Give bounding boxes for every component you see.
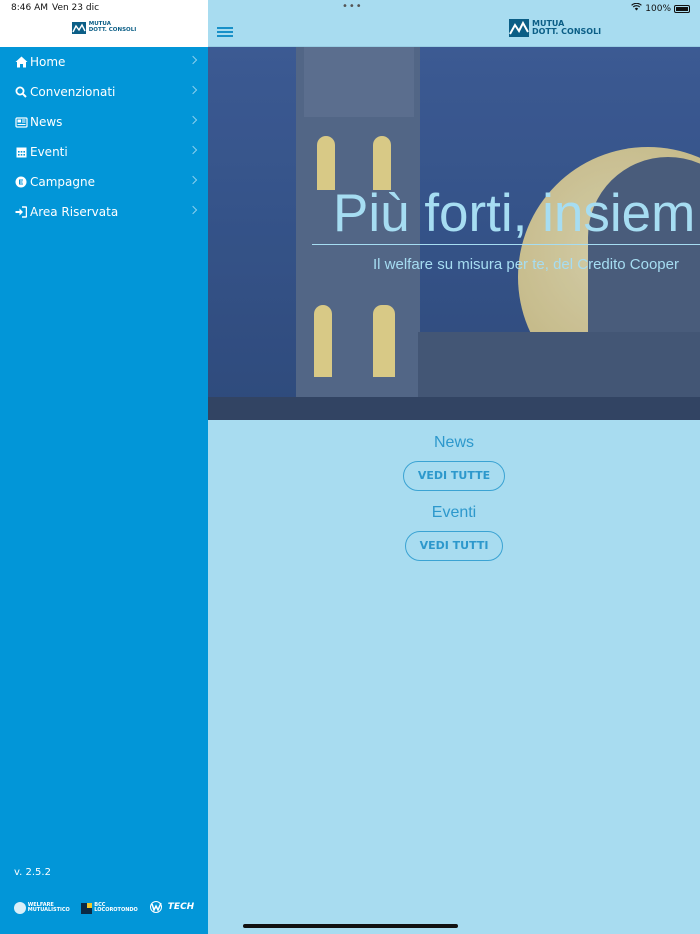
- events-section: Eventi VEDI TUTTI: [208, 504, 700, 561]
- see-all-events-button[interactable]: VEDI TUTTI: [404, 531, 504, 561]
- sidebar-item-campagne[interactable]: Campagne: [0, 167, 208, 197]
- battery-percent: 100%: [645, 3, 671, 14]
- see-all-news-button[interactable]: VEDI TUTTE: [402, 461, 506, 491]
- partner-logos: WELFARE MUTUALISTICO BCC LOCOROTONDO TEC…: [0, 896, 208, 920]
- chevron-right-icon: [188, 175, 198, 185]
- sidebar-item-home[interactable]: Home: [0, 47, 208, 77]
- status-date: Ven 23 dic: [52, 3, 100, 13]
- search-icon: [14, 85, 28, 99]
- home-icon: [14, 55, 28, 69]
- events-section-title: Eventi: [431, 504, 477, 521]
- sidebar-item-news[interactable]: News: [0, 107, 208, 137]
- menu-toggle-icon[interactable]: [217, 27, 233, 37]
- sidebar-item-label: Home: [30, 55, 66, 69]
- newspaper-icon: [14, 115, 28, 129]
- header-logo-text: MUTUA DOTT. CONSOLI: [532, 20, 601, 36]
- hero-divider: [312, 244, 700, 245]
- sidebar-logo-text: MUTUA DOTT. CONSOLI: [88, 21, 137, 33]
- brand-line2: DOTT. CONSOLI: [88, 26, 137, 33]
- sidebar-menu: Home Convenzionati News Eventi Campagne …: [0, 47, 208, 227]
- partner-name: BCC LOCOROTONDO: [94, 901, 138, 913]
- sidebar-item-label: Eventi: [30, 145, 68, 159]
- status-bar: 8:46 AM Ven 23 dic ••• 100%: [0, 0, 700, 16]
- chevron-right-icon: [188, 85, 198, 95]
- bcc-logo-icon: [81, 902, 93, 914]
- sidebar-item-label: News: [30, 115, 63, 129]
- brand-mark-icon: [71, 21, 86, 34]
- sidebar-item-label: Campagne: [30, 175, 95, 189]
- status-time: 8:46 AM: [11, 3, 48, 13]
- header-logo[interactable]: MUTUA DOTT. CONSOLI: [509, 19, 601, 37]
- sidebar-item-area-riservata[interactable]: Area Riservata: [0, 197, 208, 227]
- multitasking-dots[interactable]: •••: [342, 1, 363, 12]
- partner-bcc: BCC LOCOROTONDO: [81, 901, 138, 914]
- chevron-right-icon: [188, 205, 198, 215]
- sidebar-logo: MUTUA DOTT. CONSOLI: [71, 21, 137, 34]
- home-indicator[interactable]: [243, 924, 458, 928]
- sidebar-item-convenzionati[interactable]: Convenzionati: [0, 77, 208, 107]
- app-version: v. 2.5.2: [14, 867, 51, 878]
- hero-banner: Più forti, insiem Il welfare su misura p…: [208, 47, 700, 420]
- calendar-icon: [14, 145, 28, 159]
- wifi-icon: [631, 2, 643, 14]
- chevron-right-icon: [188, 55, 198, 65]
- news-section-title: News: [433, 434, 474, 451]
- chevron-right-icon: [188, 145, 198, 155]
- sidebar-item-label: Area Riservata: [30, 205, 119, 219]
- chevron-right-icon: [188, 115, 198, 125]
- sidebar-item-eventi[interactable]: Eventi: [0, 137, 208, 167]
- partner-wtech: TECH: [149, 900, 195, 916]
- news-section: News VEDI TUTTE: [208, 434, 700, 491]
- status-right: 100%: [631, 2, 690, 14]
- main-content: MUTUA DOTT. CONSOLI Più forti, insiem Il…: [208, 0, 700, 934]
- sign-in-icon: [14, 205, 28, 219]
- wtech-logo-icon: [149, 900, 166, 916]
- partner-name: TECH: [167, 902, 195, 913]
- sidebar-item-label: Convenzionati: [30, 85, 116, 99]
- sidebar: MUTUA DOTT. CONSOLI Home Convenzionati N…: [0, 0, 208, 934]
- brand-mark-icon: [509, 19, 529, 37]
- campaign-icon: [14, 175, 28, 189]
- hero-subtitle: Il welfare su misura per te, del Credito…: [373, 256, 679, 273]
- hero-title: Più forti, insiem: [333, 184, 696, 243]
- welfare-logo-icon: [13, 902, 26, 914]
- brand-line2: DOTT. CONSOLI: [532, 27, 602, 36]
- battery-icon: [674, 4, 690, 13]
- partner-welfare: WELFARE MUTUALISTICO: [13, 901, 70, 914]
- partner-name: WELFARE MUTUALISTICO: [27, 901, 70, 913]
